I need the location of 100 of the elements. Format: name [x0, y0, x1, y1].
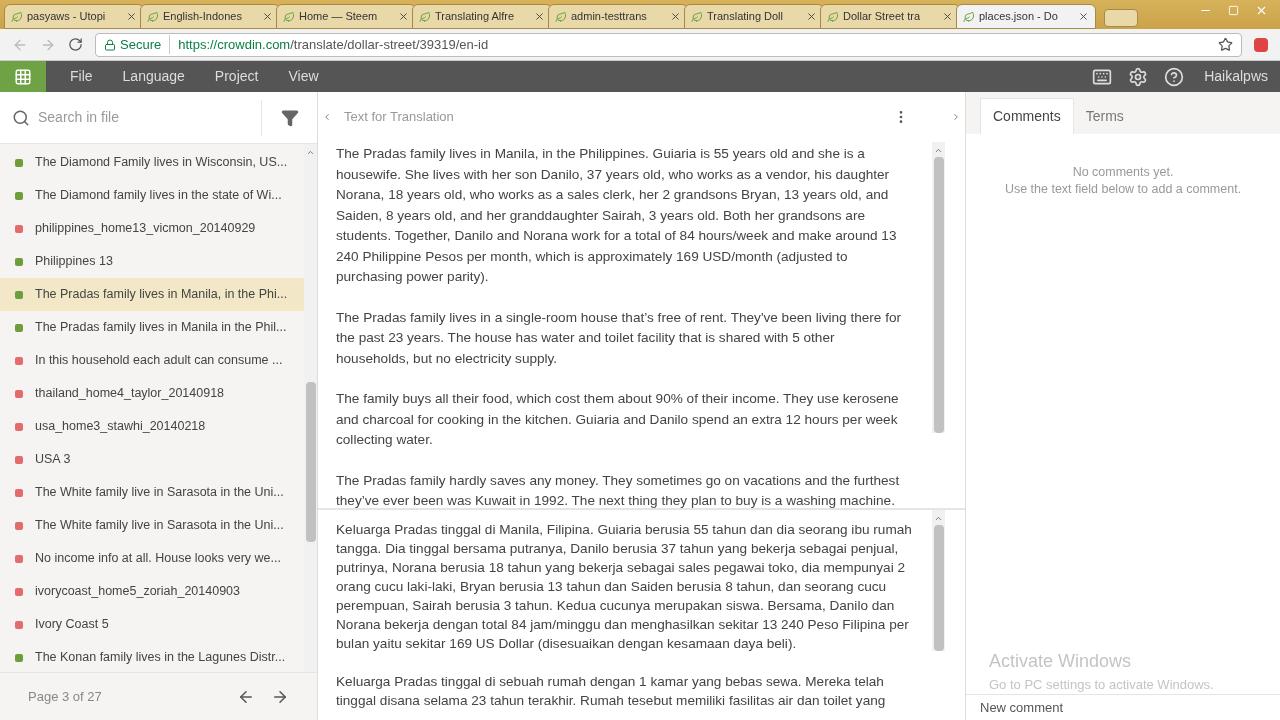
string-list-item[interactable]: The Diamond Family lives in Wisconsin, US... — [0, 146, 304, 179]
item-text: ivorycoast_home5_zoriah_20140903 — [35, 583, 240, 601]
item-text: The Pradas family lives in Manila in the Phil... — [35, 319, 287, 337]
page-indicator: Page 3 of 27 — [28, 687, 102, 706]
string-list-item[interactable]: The Diamond family lives in the state of Wi... — [0, 179, 304, 212]
translation-paragraph: Keluarga Pradas tinggal di sebuah rumah dengan 1 kamar yang bebas sewa. Mereka telah tinggal disana selama 23 tahun terakhir. Rumah tesebut memiliki fasilitas air dan toilet yang — [336, 673, 887, 710]
tab-title: admin-testtrans — [571, 9, 648, 25]
favicon-icon — [827, 10, 839, 23]
string-list-item[interactable]: usa_home3_stawhi_20140218 — [0, 410, 304, 443]
source-paragraph: The family buys all their food, which cost them about 90% of their income. They use kerosene and charcoal for cooking in the kitchen. Guiaria and Danilo spend an extra 12 hours per week collecting water. — [336, 390, 900, 449]
string-list-item[interactable]: ivorycoast_home5_zoriah_20140903 — [0, 575, 304, 608]
tab-title: Dollar Street tra — [843, 9, 922, 25]
panel-title: Text for Translation — [344, 108, 454, 127]
lock-icon — [104, 38, 116, 51]
tab-title: Translating Alfre — [435, 9, 516, 25]
browser-tab[interactable]: pasyaws - Utopi — [4, 4, 144, 29]
item-text: Ivory Coast 5 — [35, 616, 109, 634]
string-list-item[interactable]: The White family live in Sarasota in the Uni... — [0, 476, 304, 509]
scrollbar[interactable] — [932, 142, 945, 433]
scrollbar[interactable] — [932, 510, 945, 651]
panel-tab[interactable]: Comments — [980, 98, 1074, 134]
string-list-item[interactable]: No income info at all. House looks very we... — [0, 542, 304, 575]
url-text: https://crowdin.com/translate/dollar-street/39319/en-id — [177, 35, 489, 54]
tab-title: pasyaws - Utopi — [27, 9, 107, 25]
menu-item[interactable]: Language — [122, 66, 185, 87]
browser-tab[interactable]: English-Indones — [140, 4, 280, 29]
collapse-left-icon[interactable] — [322, 112, 332, 122]
string-list-item[interactable]: The Konan family lives in the Lagunes Distr... — [0, 641, 304, 672]
string-list-item[interactable]: Ivory Coast 5 — [0, 608, 304, 641]
maximize-icon[interactable] — [1228, 5, 1239, 16]
string-list-item[interactable]: The White family live in Sarasota in the Uni... — [0, 509, 304, 542]
scroll-thumb[interactable] — [933, 157, 944, 433]
close-icon[interactable] — [670, 11, 681, 22]
reload-icon[interactable] — [68, 37, 83, 52]
item-text: The Konan family lives in the Lagunes Distr... — [35, 649, 286, 667]
scroll-up-icon[interactable] — [306, 148, 315, 157]
string-list-item[interactable]: USA 3 — [0, 443, 304, 476]
favicon-icon — [691, 10, 703, 23]
menu-item[interactable]: View — [288, 66, 319, 87]
string-list-item[interactable]: thailand_home4_taylor_20140918 — [0, 377, 304, 410]
settings-icon[interactable] — [1128, 66, 1149, 87]
close-icon[interactable] — [398, 11, 409, 22]
favicon-icon — [555, 10, 567, 23]
empty-message: No comments yet. — [1072, 164, 1174, 181]
item-text: The Diamond Family lives in Wisconsin, US... — [35, 154, 288, 172]
browser-tab[interactable]: admin-testtrans — [548, 4, 688, 29]
tab-title: Translating Doll — [707, 9, 784, 25]
item-text: usa_home3_stawhi_20140218 — [35, 418, 206, 436]
menu-item[interactable]: File — [70, 66, 93, 87]
favicon-icon — [283, 10, 295, 23]
extension-icon[interactable] — [1254, 37, 1268, 52]
address-bar[interactable]: Secure https://crowdin.com/translate/dollar-street/39319/en-id — [95, 32, 1242, 57]
translation-paragraph: Keluarga Pradas tinggal di Manila, Filipina. Guiaria berusia 55 tahun dan dia seorang ibu rumah tangga. Dia tinggal bersama putranya, Danilo berusia 37 tahun yang bekerja sebagai penjual, putrinya, Norana berusia 18 tahun yang bekerja sebagai sales pegawai toko, dia mempunyai 2 orang cucu laki-laki, Bryan berusia 13 tahun dan Saiden berusia 8 tahun, dan seorang cucu perempuan, Sairah berusia 3 tahun. Kedua cucunya merupakan siswa. Bersama, Danilo dan Norana bekerja dengan total 84 jam/minggu dan menghasilkan sekitar 13 240 Peso Filipina per bulan yaitu sekitar 169 US Dollar (disesuaikan dengan kesamaan daya beli). — [336, 521, 913, 653]
collapse-right-icon[interactable] — [951, 112, 961, 122]
scrollbar[interactable] — [304, 144, 317, 672]
browser-tab[interactable]: Translating Doll — [684, 4, 824, 29]
scroll-up-icon[interactable] — [934, 146, 943, 155]
apps-menu-button[interactable] — [0, 61, 46, 92]
grid-icon — [14, 67, 32, 86]
star-icon[interactable] — [1218, 37, 1233, 52]
item-text: The White family live in Sarasota in the Uni... — [35, 484, 284, 502]
browser-tab[interactable]: places.json - Do — [956, 4, 1096, 29]
item-text: The Pradas family lives in Manila, in the Phi... — [35, 286, 288, 304]
close-icon[interactable] — [126, 11, 137, 22]
close-icon[interactable] — [262, 11, 273, 22]
string-list-item[interactable]: The Pradas family lives in Manila in the Phil... — [0, 311, 304, 344]
favicon-icon — [147, 10, 159, 23]
tab-title: English-Indones — [163, 9, 243, 25]
browser-tab[interactable]: Dollar Street tra — [820, 4, 960, 29]
tab-title: Home — Steem — [299, 9, 379, 25]
user-name[interactable]: Haikalpws — [1204, 66, 1268, 87]
scroll-thumb[interactable] — [933, 525, 944, 651]
scroll-thumb[interactable] — [305, 382, 316, 542]
item-text: thailand_home4_taylor_20140918 — [35, 385, 225, 403]
string-list-item[interactable]: philippines_home13_vicmon_20140929 — [0, 212, 304, 245]
source-paragraph: The Pradas family hardly saves any money. They sometimes go on vacations and the furthest they’ve ever been was Kuwait in 1992. The next thing they plan to buy is a washing machine. — [336, 471, 901, 508]
string-list-item[interactable]: The Pradas family lives in Manila, in the Phi... — [0, 278, 304, 311]
string-list-item[interactable]: Philippines 13 — [0, 245, 304, 278]
close-icon[interactable] — [534, 11, 545, 22]
close-icon[interactable] — [1078, 11, 1089, 22]
browser-tab[interactable]: Home — Steem — [276, 4, 416, 29]
activation-hint: Go to PC settings to activate Windows. — [988, 675, 1215, 694]
new-tab-button[interactable] — [1104, 9, 1138, 27]
scroll-up-icon[interactable] — [934, 514, 943, 523]
browser-tab[interactable]: Translating Alfre — [412, 4, 552, 29]
favicon-icon — [963, 10, 975, 23]
empty-hint: Use the text field below to add a comment. — [1004, 181, 1242, 198]
item-text: The Diamond family lives in the state of Wi... — [35, 187, 282, 205]
panel-tab[interactable]: Terms — [1073, 98, 1136, 134]
item-text: Philippines 13 — [35, 253, 113, 271]
string-list-item[interactable]: In this household each adult can consume ... — [0, 344, 304, 377]
item-text: In this household each adult can consume ... — [35, 352, 283, 370]
item-text: No income info at all. House looks very we... — [35, 550, 281, 568]
item-text: The White family live in Sarasota in the Uni... — [35, 517, 284, 535]
comment-field[interactable]: New comment — [980, 695, 1280, 720]
help-icon[interactable] — [1164, 66, 1185, 87]
close-icon[interactable] — [942, 11, 953, 22]
item-text: philippines_home13_vicmon_20140929 — [35, 220, 256, 238]
close-icon[interactable] — [806, 11, 817, 22]
menu-item[interactable]: Project — [214, 66, 259, 87]
